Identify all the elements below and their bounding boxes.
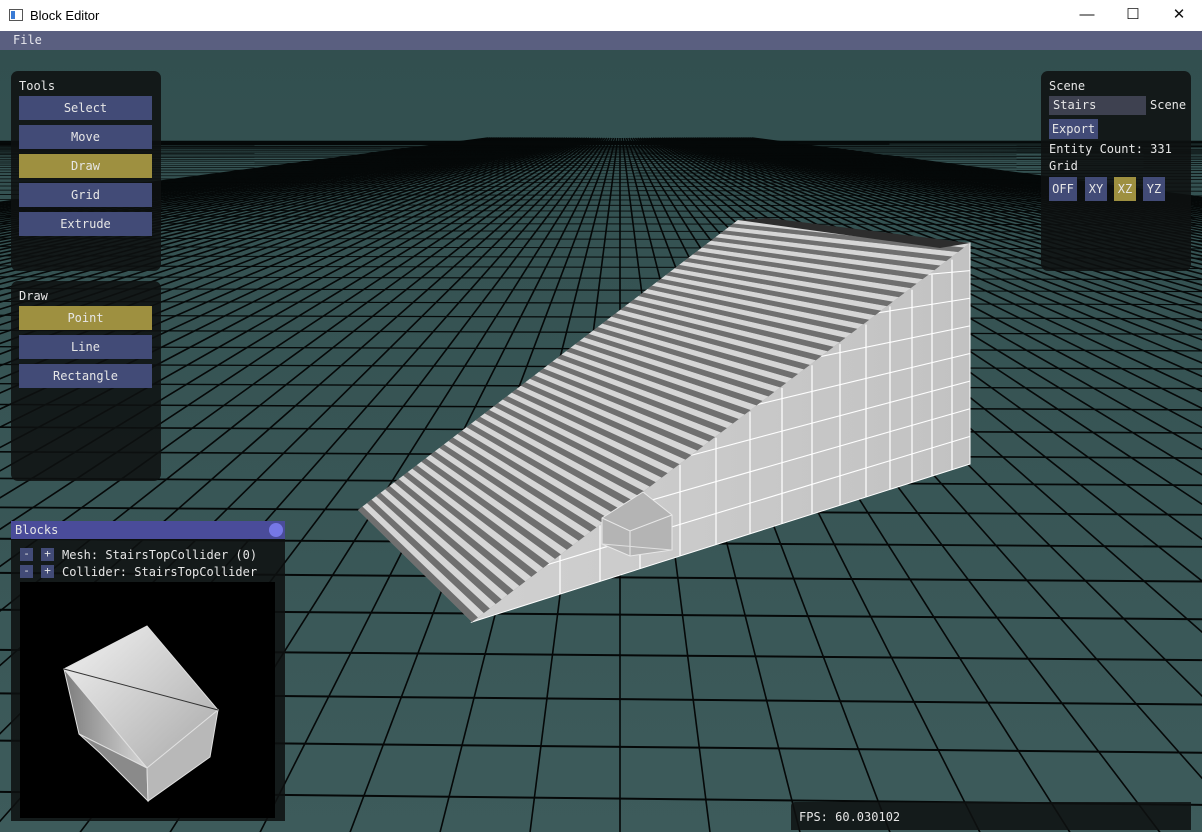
- block-preview[interactable]: [20, 582, 275, 818]
- draw-line-button[interactable]: Line: [19, 335, 152, 359]
- scene-name-label: Scene: [1150, 98, 1187, 112]
- fps-overlay: FPS: 60.030102: [791, 802, 1191, 830]
- entity-count: Entity Count: 331: [1049, 142, 1172, 156]
- maximize-icon: ☐: [1126, 6, 1140, 23]
- blocks-header[interactable]: Blocks: [11, 521, 285, 539]
- tool-grid-button[interactable]: Grid: [19, 183, 152, 207]
- blocks-panel: Blocks - + Mesh: StairsTopCollider (0) -…: [11, 521, 285, 821]
- tools-panel: Tools Select Move Draw Grid Extrude: [11, 71, 161, 271]
- grid-label: Grid: [1049, 159, 1078, 173]
- mesh-label: Mesh: StairsTopCollider (0): [62, 548, 258, 562]
- scene-panel: Scene Stairs Scene Export Entity Count: …: [1041, 71, 1191, 271]
- draw-rectangle-button[interactable]: Rectangle: [19, 364, 152, 388]
- fps-counter: FPS: 60.030102: [799, 810, 901, 824]
- menu-bar: File: [0, 31, 1202, 50]
- close-icon: ✕: [1172, 6, 1186, 23]
- draw-point-button[interactable]: Point: [19, 306, 152, 330]
- scene-name-input[interactable]: Stairs: [1049, 96, 1146, 115]
- mesh-plus-button[interactable]: +: [41, 548, 54, 561]
- preview-cube: [63, 625, 219, 803]
- scene-title: Scene: [1049, 79, 1086, 93]
- tool-select-button[interactable]: Select: [19, 96, 152, 120]
- tools-title: Tools: [19, 79, 56, 93]
- minimize-icon: —: [1079, 6, 1095, 23]
- grid-xy-button[interactable]: XY: [1085, 177, 1107, 201]
- draw-panel: Draw Point Line Rectangle: [11, 281, 161, 481]
- tool-extrude-button[interactable]: Extrude: [19, 212, 152, 236]
- grid-xz-button[interactable]: XZ: [1114, 177, 1136, 201]
- tool-move-button[interactable]: Move: [19, 125, 152, 149]
- minimize-button[interactable]: —: [1064, 0, 1110, 31]
- grid-yz-button[interactable]: YZ: [1143, 177, 1165, 201]
- title-bar: Block Editor — ☐ ✕: [0, 0, 1202, 31]
- app-icon: [9, 9, 23, 21]
- collider-plus-button[interactable]: +: [41, 565, 54, 578]
- mesh-minus-button[interactable]: -: [20, 548, 33, 561]
- maximize-button[interactable]: ☐: [1110, 0, 1156, 31]
- export-button[interactable]: Export: [1049, 119, 1098, 139]
- collider-label: Collider: StairsTopCollider: [62, 565, 258, 579]
- blocks-title: Blocks: [15, 523, 59, 537]
- menu-file[interactable]: File: [13, 33, 42, 47]
- grid-off-button[interactable]: OFF: [1049, 177, 1077, 201]
- window-title: Block Editor: [30, 8, 100, 23]
- draw-title: Draw: [19, 289, 48, 303]
- tool-draw-button[interactable]: Draw: [19, 154, 152, 178]
- collapse-toggle-icon[interactable]: [269, 523, 283, 537]
- collider-minus-button[interactable]: -: [20, 565, 33, 578]
- close-button[interactable]: ✕: [1156, 0, 1202, 31]
